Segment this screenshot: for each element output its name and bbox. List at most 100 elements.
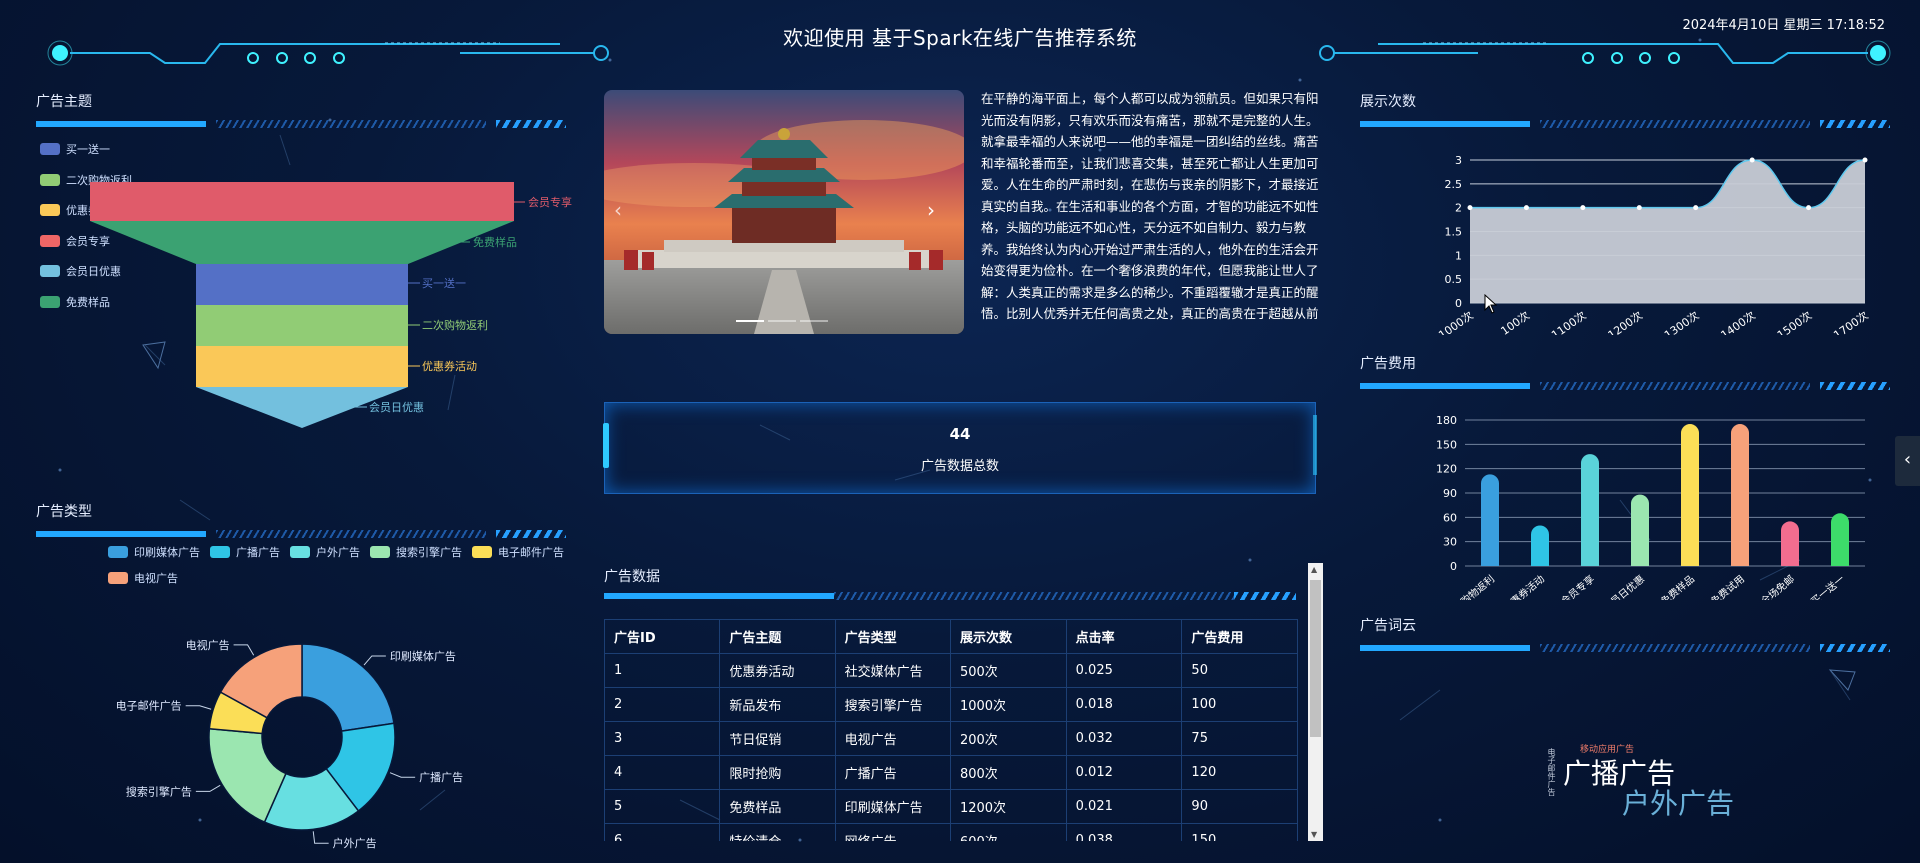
data-point[interactable]: [1523, 205, 1529, 211]
x-tick-label: 1700次: [1831, 308, 1871, 335]
bar[interactable]: [1681, 424, 1699, 566]
image-carousel[interactable]: ‹ ›: [604, 90, 964, 334]
x-tick-label: 1300次: [1661, 308, 1701, 335]
carousel-dot[interactable]: [768, 320, 796, 322]
panel-title-cost: 广告费用: [1360, 356, 1416, 372]
panel-underline-wordcloud: [1360, 644, 1890, 652]
carousel-next-button[interactable]: ›: [927, 198, 935, 222]
legend-item[interactable]: 印刷媒体广告: [108, 544, 200, 560]
funnel-segment[interactable]: [90, 221, 514, 264]
funnel-segment[interactable]: [90, 182, 514, 221]
y-tick-label: 2: [1455, 202, 1462, 215]
page-title: 欢迎使用 基于Spark在线广告推荐系统: [783, 26, 1137, 50]
x-tick-label: 免费试用: [1708, 572, 1747, 600]
cell: 200次: [949, 721, 1067, 756]
y-tick-label: 0: [1450, 560, 1457, 573]
legend-swatch: [108, 546, 128, 558]
column-header[interactable]: 广告主题: [719, 619, 836, 654]
legend-item[interactable]: 广播广告: [210, 544, 280, 560]
donut-label: 电子邮件广告: [116, 700, 182, 713]
cell: 特价清仓: [719, 823, 836, 841]
table-row[interactable]: 3 节日促销 电视广告 200次 0.032 75: [604, 721, 1298, 756]
legend-swatch: [472, 546, 492, 558]
donut-label: 搜索引擎广告: [126, 784, 192, 798]
bar[interactable]: [1581, 454, 1599, 566]
funnel-segment[interactable]: [196, 264, 408, 305]
cell: 优惠券活动: [719, 653, 836, 688]
funnel-segment[interactable]: [196, 346, 408, 387]
carousel-prev-button[interactable]: ‹: [614, 198, 622, 222]
x-tick-label: 100次: [1498, 308, 1532, 335]
y-tick-label: 0.5: [1445, 273, 1463, 286]
legend-item[interactable]: 电子邮件广告: [472, 544, 564, 560]
funnel-label: 会员日优惠: [369, 400, 424, 414]
scroll-up-arrow-icon[interactable]: ▲: [1311, 565, 1317, 574]
data-point[interactable]: [1806, 205, 1812, 211]
funnel-segment[interactable]: [196, 305, 408, 346]
cell: 4: [604, 755, 721, 790]
data-point[interactable]: [1693, 205, 1699, 211]
cell: 印刷媒体广告: [834, 789, 951, 824]
scrollbar-thumb[interactable]: [1310, 580, 1321, 737]
y-tick-label: 30: [1443, 536, 1457, 549]
data-point[interactable]: [1636, 205, 1642, 211]
cell: 广播广告: [834, 755, 951, 790]
donut-label-line: [312, 831, 329, 844]
panel-title-type: 广告类型: [36, 504, 92, 520]
stat-value: 44: [949, 425, 971, 443]
side-panel-toggle[interactable]: ‹: [1895, 436, 1920, 486]
bar[interactable]: [1481, 474, 1499, 566]
column-header[interactable]: 展示次数: [949, 619, 1067, 654]
table-row[interactable]: 5 免费样品 印刷媒体广告 1200次 0.021 90: [604, 789, 1298, 824]
legend-item[interactable]: 买一送一: [40, 134, 132, 165]
mouse-cursor-icon: [1484, 294, 1498, 314]
x-tick-label: 买一送一: [1808, 572, 1847, 600]
legend-item[interactable]: 电视广告: [108, 570, 178, 586]
legend-item[interactable]: 搜索引擎广告: [370, 544, 462, 560]
y-tick-label: 0: [1455, 297, 1462, 310]
bar[interactable]: [1731, 424, 1749, 566]
donut-label: 户外广告: [333, 836, 377, 850]
data-point[interactable]: [1862, 157, 1868, 163]
cell: 0.032: [1065, 721, 1183, 756]
legend-item[interactable]: 户外广告: [290, 544, 360, 560]
word-cloud-word[interactable]: 户外广告: [1622, 782, 1734, 822]
cell: 0.025: [1065, 653, 1183, 688]
bar-base: [1581, 557, 1599, 566]
bar-base: [1731, 557, 1749, 566]
y-tick-label: 2.5: [1445, 178, 1463, 191]
column-header[interactable]: 广告ID: [604, 619, 721, 654]
data-point[interactable]: [1580, 205, 1586, 211]
donut-label: 电视广告: [186, 638, 230, 652]
carousel-dot-active[interactable]: [736, 320, 764, 322]
article-text: 在平静的海平面上，每个人都可以成为领航员。但如果只有阳光而没有阴影，只有欢乐而没…: [981, 91, 1319, 321]
legend-swatch: [370, 546, 390, 558]
table-row[interactable]: 6特价清仓网络广告600次0.038150: [604, 823, 1298, 841]
column-header[interactable]: 广告类型: [834, 619, 951, 654]
data-point[interactable]: [1467, 205, 1473, 211]
cell: 0.021: [1065, 789, 1183, 824]
y-tick-label: 3: [1455, 154, 1462, 167]
bar[interactable]: [1631, 494, 1649, 566]
table-row[interactable]: 2 新品发布 搜索引擎广告 1000次 0.018 100: [604, 687, 1298, 722]
panel-underline-theme: [36, 120, 566, 128]
scroll-down-arrow-icon[interactable]: ▼: [1311, 830, 1317, 839]
column-header[interactable]: 点击率: [1065, 619, 1183, 654]
x-tick-label: 免费样品: [1658, 572, 1697, 600]
cell: 网络广告: [834, 823, 951, 841]
data-point[interactable]: [1749, 157, 1755, 163]
cell: 3: [604, 721, 721, 756]
carousel-dot[interactable]: [800, 320, 828, 322]
donut-slice[interactable]: [301, 643, 395, 732]
table-row[interactable]: 1 优惠券活动 社交媒体广告 500次 0.025 50: [604, 653, 1298, 688]
cell: 电视广告: [834, 721, 951, 756]
table-scrollbar[interactable]: ▲ ▼: [1308, 563, 1323, 841]
stat-card: 44 广告数据总数: [603, 402, 1317, 494]
cell: 社交媒体广告: [834, 653, 951, 688]
column-header[interactable]: 广告费用: [1181, 619, 1298, 654]
table-row[interactable]: 4 限时抢购 广播广告 800次 0.012 120: [604, 755, 1298, 790]
panel-title-data: 广告数据: [604, 569, 660, 585]
word-cloud-word[interactable]: 电子邮件广告: [1546, 748, 1557, 796]
cell: 搜索引擎广告: [834, 687, 951, 722]
bar-base: [1531, 557, 1549, 566]
